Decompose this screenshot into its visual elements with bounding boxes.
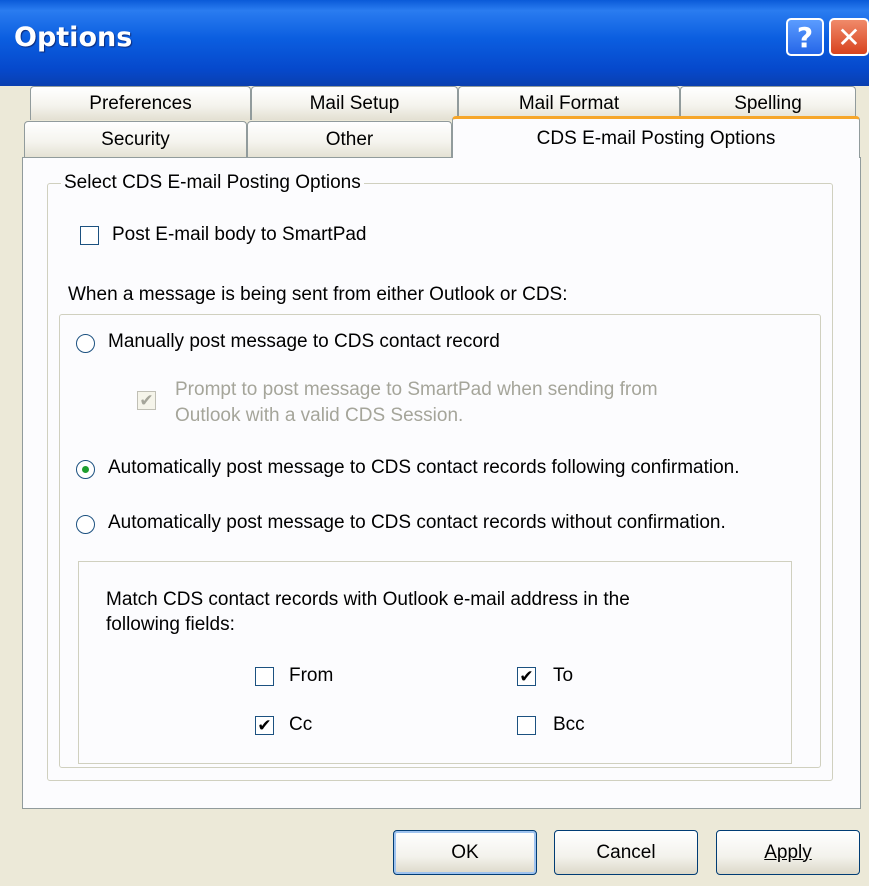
auto-post-confirm-label[interactable]: Automatically post message to CDS contac… <box>108 457 740 479</box>
tab-mail-format[interactable]: Mail Format <box>458 86 680 120</box>
bcc-label[interactable]: Bcc <box>553 714 585 736</box>
from-checkbox[interactable] <box>255 667 274 686</box>
when-sent-label: When a message is being sent from either… <box>68 284 568 305</box>
prompt-smartpad-label-line1: Prompt to post message to SmartPad when … <box>175 379 658 400</box>
window-title: Options <box>14 22 133 53</box>
ok-button[interactable]: OK <box>393 830 537 875</box>
cancel-button[interactable]: Cancel <box>554 830 698 875</box>
manual-post-radio[interactable] <box>76 334 95 353</box>
close-icon: ✕ <box>837 20 861 54</box>
from-label[interactable]: From <box>289 665 333 687</box>
prompt-smartpad-label-line2: Outlook with a valid CDS Session. <box>175 405 464 426</box>
tab-panel: Select CDS E-mail Posting Options Post E… <box>22 157 861 809</box>
apply-button[interactable]: Apply <box>716 830 860 875</box>
tab-other[interactable]: Other <box>247 121 452 158</box>
check-mark-icon: ✔ <box>257 716 272 735</box>
match-fields-label-line2: following fields: <box>106 614 235 635</box>
tab-cds-email-posting-options[interactable]: CDS E-mail Posting Options <box>452 116 860 158</box>
tab-security[interactable]: Security <box>24 121 247 158</box>
apply-label: Apply <box>764 841 812 863</box>
tab-preferences[interactable]: Preferences <box>30 86 251 120</box>
auto-post-noconfirm-radio[interactable] <box>76 515 95 534</box>
question-mark-icon: ? <box>796 20 814 54</box>
tab-spelling[interactable]: Spelling <box>680 86 856 120</box>
match-fields-label-line1: Match CDS contact records with Outlook e… <box>106 589 630 610</box>
to-checkbox[interactable]: ✔ <box>517 667 536 686</box>
close-button[interactable]: ✕ <box>829 18 869 56</box>
tab-mail-setup[interactable]: Mail Setup <box>251 86 458 120</box>
cc-checkbox[interactable]: ✔ <box>255 716 274 735</box>
group-legend: Select CDS E-mail Posting Options <box>61 172 364 194</box>
cc-label[interactable]: Cc <box>289 714 312 736</box>
title-bar[interactable]: Options ? ✕ <box>0 0 869 86</box>
check-mark-icon: ✔ <box>139 391 154 410</box>
auto-post-noconfirm-label[interactable]: Automatically post message to CDS contac… <box>108 512 726 534</box>
prompt-smartpad-checkbox[interactable]: ✔ <box>137 391 156 410</box>
auto-post-confirm-radio[interactable] <box>76 460 95 479</box>
radio-selected-dot <box>82 466 89 473</box>
help-button[interactable]: ? <box>786 18 824 56</box>
post-body-checkbox[interactable] <box>80 226 99 245</box>
check-mark-icon: ✔ <box>519 667 534 686</box>
post-body-label[interactable]: Post E-mail body to SmartPad <box>112 224 367 246</box>
manual-post-label[interactable]: Manually post message to CDS contact rec… <box>108 331 500 353</box>
bcc-checkbox[interactable] <box>517 716 536 735</box>
to-label[interactable]: To <box>553 665 573 687</box>
